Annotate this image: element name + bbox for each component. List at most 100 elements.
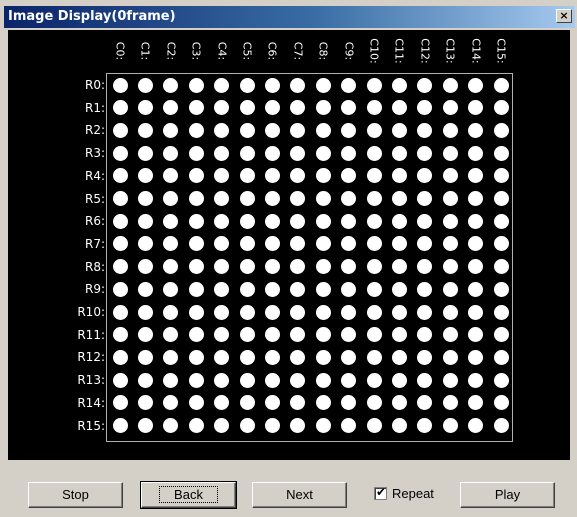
led-cell[interactable] [391, 191, 407, 206]
led-cell[interactable] [417, 418, 433, 433]
led-cell[interactable] [264, 145, 280, 161]
led-cell[interactable] [391, 122, 407, 138]
led-cell[interactable] [366, 304, 382, 320]
led-cell[interactable] [137, 77, 153, 93]
led-cell[interactable] [468, 304, 484, 320]
led-cell[interactable] [366, 418, 382, 433]
led-cell[interactable] [264, 191, 280, 206]
led-cell[interactable] [137, 304, 153, 320]
led-cell[interactable] [290, 100, 306, 116]
led-cell[interactable] [315, 372, 331, 388]
led-cell[interactable] [391, 213, 407, 229]
led-cell[interactable] [315, 145, 331, 161]
led-cell[interactable] [290, 259, 306, 275]
led-cell[interactable] [239, 77, 255, 93]
led-cell[interactable] [417, 236, 433, 252]
led-cell[interactable] [163, 304, 179, 320]
led-cell[interactable] [163, 236, 179, 252]
back-button[interactable]: Back [140, 481, 237, 509]
led-cell[interactable] [493, 418, 509, 433]
led-cell[interactable] [188, 372, 204, 388]
led-cell[interactable] [112, 349, 128, 365]
led-cell[interactable] [137, 281, 153, 297]
led-cell[interactable] [214, 281, 230, 297]
led-cell[interactable] [112, 191, 128, 206]
led-cell[interactable] [264, 100, 280, 116]
led-cell[interactable] [290, 327, 306, 343]
led-cell[interactable] [188, 191, 204, 206]
led-cell[interactable] [442, 372, 458, 388]
led-cell[interactable] [493, 168, 509, 184]
led-cell[interactable] [468, 395, 484, 411]
led-cell[interactable] [493, 372, 509, 388]
led-cell[interactable] [137, 122, 153, 138]
led-cell[interactable] [315, 349, 331, 365]
led-cell[interactable] [493, 304, 509, 320]
led-cell[interactable] [214, 213, 230, 229]
led-cell[interactable] [341, 122, 357, 138]
led-cell[interactable] [417, 168, 433, 184]
led-cell[interactable] [341, 259, 357, 275]
led-cell[interactable] [442, 349, 458, 365]
led-cell[interactable] [493, 395, 509, 411]
led-cell[interactable] [163, 122, 179, 138]
led-cell[interactable] [239, 395, 255, 411]
led-cell[interactable] [493, 77, 509, 93]
led-cell[interactable] [290, 213, 306, 229]
led-cell[interactable] [315, 168, 331, 184]
led-cell[interactable] [315, 236, 331, 252]
led-cell[interactable] [214, 418, 230, 433]
led-cell[interactable] [112, 418, 128, 433]
led-cell[interactable] [442, 191, 458, 206]
led-cell[interactable] [468, 281, 484, 297]
led-cell[interactable] [366, 168, 382, 184]
led-cell[interactable] [239, 418, 255, 433]
led-cell[interactable] [163, 77, 179, 93]
led-cell[interactable] [442, 304, 458, 320]
led-cell[interactable] [442, 145, 458, 161]
led-cell[interactable] [163, 327, 179, 343]
led-cell[interactable] [366, 349, 382, 365]
led-cell[interactable] [315, 100, 331, 116]
led-cell[interactable] [493, 213, 509, 229]
led-cell[interactable] [341, 100, 357, 116]
led-cell[interactable] [391, 259, 407, 275]
led-cell[interactable] [315, 281, 331, 297]
led-cell[interactable] [112, 100, 128, 116]
led-cell[interactable] [493, 259, 509, 275]
led-cell[interactable] [315, 259, 331, 275]
led-cell[interactable] [290, 372, 306, 388]
led-cell[interactable] [315, 395, 331, 411]
led-cell[interactable] [341, 304, 357, 320]
led-cell[interactable] [112, 395, 128, 411]
led-cell[interactable] [417, 100, 433, 116]
led-cell[interactable] [239, 213, 255, 229]
led-cell[interactable] [290, 395, 306, 411]
led-cell[interactable] [264, 418, 280, 433]
led-cell[interactable] [468, 259, 484, 275]
led-cell[interactable] [341, 236, 357, 252]
led-cell[interactable] [391, 418, 407, 433]
led-cell[interactable] [391, 100, 407, 116]
led-cell[interactable] [112, 213, 128, 229]
led-cell[interactable] [264, 327, 280, 343]
led-cell[interactable] [137, 145, 153, 161]
led-cell[interactable] [366, 145, 382, 161]
led-cell[interactable] [493, 327, 509, 343]
led-cell[interactable] [188, 213, 204, 229]
led-cell[interactable] [442, 236, 458, 252]
led-cell[interactable] [366, 100, 382, 116]
led-cell[interactable] [264, 395, 280, 411]
led-cell[interactable] [417, 122, 433, 138]
led-cell[interactable] [417, 259, 433, 275]
led-cell[interactable] [214, 395, 230, 411]
led-cell[interactable] [290, 122, 306, 138]
led-cell[interactable] [391, 349, 407, 365]
led-cell[interactable] [163, 349, 179, 365]
led-cell[interactable] [468, 168, 484, 184]
led-cell[interactable] [239, 281, 255, 297]
led-cell[interactable] [315, 77, 331, 93]
led-cell[interactable] [341, 372, 357, 388]
led-cell[interactable] [264, 304, 280, 320]
led-cell[interactable] [137, 395, 153, 411]
